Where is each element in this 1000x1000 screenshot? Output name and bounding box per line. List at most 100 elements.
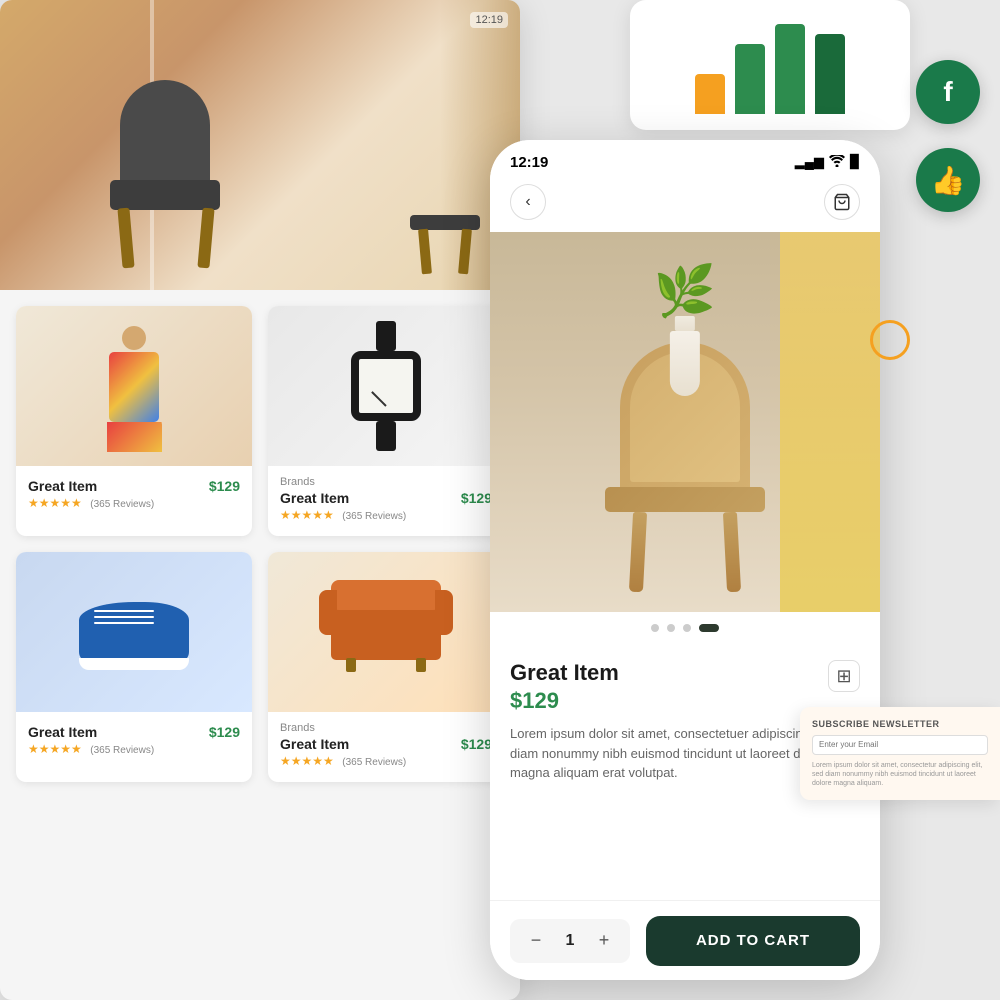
sofa-back: [331, 580, 441, 610]
product-info-sofa: Brands Great Item $129 ★★★★★ (365 Review…: [268, 712, 504, 782]
sofa-leg-right: [416, 658, 426, 672]
chair-with-vase: 🌿: [620, 342, 750, 492]
hero-section: 12:19: [0, 0, 520, 290]
product-image-watch: [268, 306, 504, 466]
wifi-icon: [829, 155, 845, 170]
star-rating: ★★★★★: [28, 742, 82, 756]
product-price: $129: [209, 724, 240, 740]
review-count: (365 Reviews): [342, 511, 406, 522]
wooden-chair-leg-left: [629, 512, 647, 593]
carousel-dot-4-active[interactable]: [699, 624, 719, 632]
product-card-shoe[interactable]: Great Item $129 ★★★★★ (365 Reviews): [16, 552, 252, 782]
product-name: Great Item: [28, 478, 97, 494]
product-price: $129: [209, 478, 240, 494]
battery-icon: ▉: [850, 154, 860, 170]
bar-orange: [695, 74, 725, 114]
like-button[interactable]: 👍: [916, 148, 980, 212]
product-detail-name: Great Item: [510, 660, 619, 686]
sofa-leg-left: [346, 658, 356, 672]
shoe-sole: [79, 658, 189, 670]
wooden-chair-seat: [605, 487, 765, 512]
watch-outer: [351, 351, 421, 421]
vase-body: [670, 331, 700, 396]
carousel-dots: [490, 612, 880, 644]
product-name: Great Item: [280, 490, 349, 506]
product-info-fashion: Great Item $129 ★★★★★ (365 Reviews): [16, 466, 252, 524]
product-name-price-row: Great Item $129: [28, 724, 240, 740]
product-name-price-row: Great Item $129: [28, 478, 240, 494]
product-name-price-row: Great Item $129: [280, 736, 492, 752]
star-rating: ★★★★★: [280, 508, 334, 522]
newsletter-email-input[interactable]: [812, 735, 988, 755]
product-name-price-block: Great Item $129: [510, 660, 619, 714]
star-rating: ★★★★★: [280, 754, 334, 768]
product-card-sofa[interactable]: Brands Great Item $129 ★★★★★ (365 Review…: [268, 552, 504, 782]
orange-circle-decoration: [870, 320, 910, 360]
newsletter-widget: SUBSCRIBE NEWSLETTER Lorem ipsum dolor s…: [800, 707, 1000, 800]
status-bar-time: 12:19: [510, 154, 548, 171]
mobile-phone-mockup: 12:19 ▂▄▆ ▉ ‹ 🌿: [490, 140, 880, 980]
product-name: Great Item: [280, 736, 349, 752]
product-image-shoe: [16, 552, 252, 712]
product-stars-row: ★★★★★ (365 Reviews): [280, 752, 492, 770]
bar-green-1: [735, 44, 765, 114]
chart-bar-2: [735, 44, 765, 114]
product-grid-row1: Great Item $129 ★★★★★ (365 Reviews): [0, 290, 520, 552]
watch-hands: [371, 391, 387, 407]
phone-nav-bar: ‹: [490, 184, 880, 232]
product-name-price-row: Great Item $129: [280, 490, 492, 506]
facebook-button[interactable]: f: [916, 60, 980, 124]
sofa-wrapper: [331, 605, 441, 660]
bar-green-2: [775, 24, 805, 114]
stool-decoration: [410, 215, 480, 230]
yellow-accent-bg: [780, 232, 880, 612]
sofa-arm-left: [319, 590, 337, 635]
product-image-fashion: [16, 306, 252, 466]
product-info-watch: Brands Great Item $129 ★★★★★ (365 Review…: [268, 466, 504, 536]
shoe-shape: [79, 602, 189, 662]
carousel-dot-3[interactable]: [683, 624, 691, 632]
product-image-sofa: [268, 552, 504, 712]
hero-timestamp: 12:19: [470, 12, 508, 28]
chart-bar-4: [815, 34, 845, 114]
cart-button[interactable]: [824, 184, 860, 220]
watch-wrapper: [351, 321, 421, 451]
product-stars-row: ★★★★★ (365 Reviews): [28, 740, 240, 758]
product-brand: Brands: [280, 722, 492, 734]
hero-chair-decoration: [60, 40, 260, 240]
review-count: (365 Reviews): [90, 745, 154, 756]
facebook-icon: f: [943, 76, 952, 108]
product-card-watch[interactable]: Brands Great Item $129 ★★★★★ (365 Review…: [268, 306, 504, 536]
quantity-increase-button[interactable]: +: [590, 927, 618, 955]
fashion-figure: [104, 326, 164, 446]
quantity-value: 1: [560, 932, 580, 950]
stool-top: [410, 215, 480, 230]
watch-face: [359, 359, 413, 413]
product-detail-price: $129: [510, 688, 619, 714]
chart-bar-1: [695, 74, 725, 114]
product-card-fashion[interactable]: Great Item $129 ★★★★★ (365 Reviews): [16, 306, 252, 536]
bar-green-dark: [815, 34, 845, 114]
review-count: (365 Reviews): [90, 499, 154, 510]
signal-icon: ▂▄▆: [795, 154, 824, 170]
carousel-dot-1[interactable]: [651, 624, 659, 632]
back-button[interactable]: ‹: [510, 184, 546, 220]
product-stars-row: ★★★★★ (365 Reviews): [28, 494, 240, 512]
add-to-cart-button[interactable]: ADD TO CART: [646, 916, 860, 966]
newsletter-title: SUBSCRIBE NEWSLETTER: [812, 719, 988, 729]
chair-leg-right: [197, 208, 214, 269]
wooden-chair-legs: [631, 512, 739, 592]
phone-status-bar: 12:19 ▂▄▆ ▉: [490, 140, 880, 184]
product-detail-header: Great Item $129 ⊞: [510, 660, 860, 714]
quantity-control: − 1 +: [510, 919, 630, 963]
product-carousel[interactable]: 🌿: [490, 232, 880, 612]
carousel-dot-2[interactable]: [667, 624, 675, 632]
product-price: $129: [461, 736, 492, 752]
quantity-decrease-button[interactable]: −: [522, 927, 550, 955]
expand-button[interactable]: ⊞: [828, 660, 860, 692]
chair-seat: [110, 180, 220, 210]
vase-on-chair: 🌿: [654, 262, 716, 396]
watch-strap-bottom: [376, 421, 396, 451]
left-website-panel: 12:19 Great Item $129 ★★★★★ (365 Reviews…: [0, 0, 520, 1000]
plant-decoration: 🌿: [654, 262, 716, 321]
